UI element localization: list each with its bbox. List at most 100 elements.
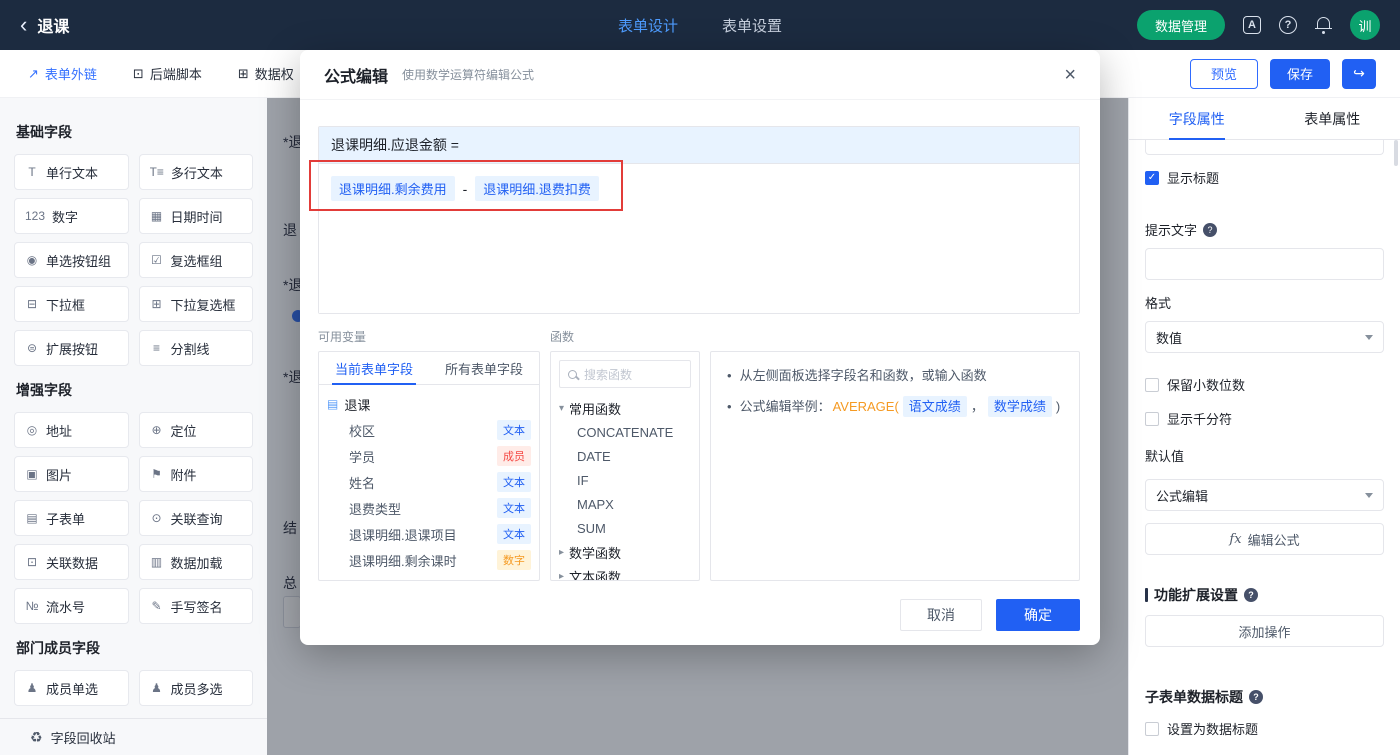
cropped-input[interactable] xyxy=(1145,140,1384,155)
field-type-serial-number[interactable]: № 流水号 xyxy=(14,588,129,624)
field-type-image[interactable]: ▣ 图片 xyxy=(14,456,129,492)
variable-field-row[interactable]: 退费类型 文本 xyxy=(327,495,531,521)
field-name: 学员 xyxy=(349,449,376,465)
field-type-tag: 文本 xyxy=(497,498,531,518)
field-type-data-load[interactable]: ▥ 数据加载 xyxy=(138,544,253,580)
save-button[interactable]: 保存 xyxy=(1270,58,1330,89)
multi-select-icon: ⊞ xyxy=(151,297,162,311)
tab-form-settings[interactable]: 表单设置 xyxy=(722,15,782,36)
language-icon[interactable]: A xyxy=(1243,16,1261,34)
toolbar-actions: 预览 保存 ↪ xyxy=(1190,58,1400,89)
hint-text-input[interactable] xyxy=(1145,248,1384,280)
field-type-linked-data[interactable]: ⊡ 关联数据 xyxy=(14,544,129,580)
field-token[interactable]: 退课明细.退费扣费 xyxy=(475,176,599,201)
toolbar-link-form-external-link[interactable]: ↗ 表单外链 xyxy=(28,64,97,83)
field-type-label: 下拉复选框 xyxy=(170,297,236,313)
field-grid: ♟ 成员单选 ♟ 成员多选 xyxy=(14,670,253,706)
dialog-header: 公式编辑 使用数学运算符编辑公式 × xyxy=(300,50,1100,100)
field-type-checkbox-group[interactable]: ☑ 复选框组 xyxy=(138,242,253,278)
field-type-address[interactable]: ◎ 地址 xyxy=(14,412,129,448)
field-token: 语文成绩 xyxy=(902,395,967,417)
default-value-label: 默认值 xyxy=(1145,449,1185,464)
share-button[interactable]: ↪ xyxy=(1342,58,1376,89)
dialog-subtitle: 使用数学运算符编辑公式 xyxy=(402,68,535,82)
variable-field-row[interactable]: 姓名 文本 xyxy=(327,469,531,495)
cancel-button[interactable]: 取消 xyxy=(900,599,982,631)
variable-field-row[interactable]: 退课明细.退课项目 文本 xyxy=(327,521,531,547)
function-group[interactable]: ▸ 文本函数 xyxy=(551,564,699,581)
function-item[interactable]: MAPX xyxy=(551,492,699,516)
function-group[interactable]: ▸ 数学函数 xyxy=(551,540,699,564)
field-recycle-bin[interactable]: ♻ 字段回收站 xyxy=(0,718,267,755)
member-single-icon: ♟ xyxy=(26,681,38,695)
avatar[interactable]: 训 xyxy=(1350,10,1380,40)
sidebar-section-title: 部门成员字段 xyxy=(16,640,100,656)
field-grid: T 单行文本 T≡ 多行文本 123 数字 ▦ 日期时间 ◉ 单选按钮组 ☑ 复选框组 ⊟ 下拉框 ⊞ 下拉复… xyxy=(14,154,253,366)
show-title-checkbox[interactable]: ✓ 显示标题 xyxy=(1145,168,1384,187)
variable-field-row[interactable]: 校区 文本 xyxy=(327,417,531,443)
field-type-tag: 文本 xyxy=(497,472,531,492)
field-type-signature[interactable]: ✎ 手写签名 xyxy=(138,588,253,624)
add-action-button[interactable]: 添加操作 xyxy=(1145,615,1384,647)
formula-editor-area[interactable]: 退课明细.剩余费用 - 退课明细.退费扣费 xyxy=(319,163,1079,313)
help-icon[interactable]: ? xyxy=(1279,16,1297,34)
function-item[interactable]: DATE xyxy=(551,444,699,468)
set-data-title-checkbox[interactable]: ✓ 设置为数据标题 xyxy=(1145,719,1384,738)
function-group[interactable]: ▾ 常用函数 xyxy=(551,396,699,420)
toolbar-link-data-permission[interactable]: ⊞ 数据权 xyxy=(238,64,294,83)
field-type-number[interactable]: 123 数字 xyxy=(14,198,129,234)
field-token[interactable]: 退课明细.剩余费用 xyxy=(331,176,455,201)
keep-decimal-checkbox[interactable]: ✓ 保留小数位数 xyxy=(1145,375,1384,394)
divider-icon: ≡ xyxy=(152,341,160,355)
function-item[interactable]: IF xyxy=(551,468,699,492)
field-type-divider[interactable]: ≡ 分割线 xyxy=(138,330,253,366)
close-icon[interactable]: × xyxy=(1064,65,1076,85)
toolbar-link-backend-script[interactable]: ⊡ 后端脚本 xyxy=(133,64,202,83)
help-icon[interactable]: ? xyxy=(1203,222,1218,237)
edit-formula-button[interactable]: fx 编辑公式 xyxy=(1145,523,1384,555)
tab-all-form-fields[interactable]: 所有表单字段 xyxy=(429,352,539,384)
topbar-actions: 数据管理 A ? 训 xyxy=(1136,10,1380,40)
help-icon[interactable]: ? xyxy=(1244,588,1258,602)
function-search-input[interactable]: 搜索函数 xyxy=(559,360,691,388)
field-type-extend-button[interactable]: ⊜ 扩展按钮 xyxy=(14,330,129,366)
preview-button[interactable]: 预览 xyxy=(1190,58,1258,89)
data-manage-button[interactable]: 数据管理 xyxy=(1136,10,1225,40)
field-type-multi-select[interactable]: ⊞ 下拉复选框 xyxy=(138,286,253,322)
function-name: AVERAGE( xyxy=(832,398,899,414)
linked-data-icon: ⊡ xyxy=(26,555,38,569)
tab-form-design[interactable]: 表单设计 xyxy=(618,15,678,36)
function-item[interactable]: CONCATENATE xyxy=(551,420,699,444)
field-type-location[interactable]: ⊕ 定位 xyxy=(138,412,253,448)
tab-field-properties[interactable]: 字段属性 xyxy=(1129,98,1265,139)
field-type-member-single[interactable]: ♟ 成员单选 xyxy=(14,670,129,706)
back-button[interactable]: ‹ xyxy=(20,14,27,36)
field-type-select[interactable]: ⊟ 下拉框 xyxy=(14,286,129,322)
format-select[interactable]: 数值 xyxy=(1145,321,1384,353)
variable-field-row[interactable]: 学员 成员 xyxy=(327,443,531,469)
field-type-member-multi[interactable]: ♟ 成员多选 xyxy=(138,670,253,706)
select-icon: ⊟ xyxy=(26,297,38,311)
field-type-subform[interactable]: ▤ 子表单 xyxy=(14,500,129,536)
help-icon[interactable]: ? xyxy=(1249,690,1263,704)
tab-current-form-fields[interactable]: 当前表单字段 xyxy=(319,352,429,384)
field-type-multi-line-text[interactable]: T≡ 多行文本 xyxy=(138,154,253,190)
notification-bell-icon[interactable] xyxy=(1315,16,1332,34)
address-icon: ◎ xyxy=(26,423,38,437)
checkbox-checked-icon: ✓ xyxy=(1145,170,1159,185)
scrollbar-thumb[interactable] xyxy=(1394,140,1398,166)
default-value-select[interactable]: 公式编辑 xyxy=(1145,479,1384,511)
variable-field-row[interactable]: 退课明细.剩余课时 数字 xyxy=(327,547,531,573)
field-type-datetime[interactable]: ▦ 日期时间 xyxy=(138,198,253,234)
extend-button-icon: ⊜ xyxy=(26,341,38,355)
field-type-radio-group[interactable]: ◉ 单选按钮组 xyxy=(14,242,129,278)
field-type-linked-query[interactable]: ⊙ 关联查询 xyxy=(138,500,253,536)
tree-root-form[interactable]: ▤ 退课 xyxy=(327,391,531,417)
confirm-button[interactable]: 确定 xyxy=(996,599,1080,631)
function-item[interactable]: SUM xyxy=(551,516,699,540)
field-name: 退课明细.退课项目 xyxy=(349,527,457,543)
tab-form-properties[interactable]: 表单属性 xyxy=(1265,98,1400,139)
thousand-separator-checkbox[interactable]: ✓ 显示千分符 xyxy=(1145,409,1384,428)
field-type-attachment[interactable]: ⚑ 附件 xyxy=(138,456,253,492)
field-type-single-line-text[interactable]: T 单行文本 xyxy=(14,154,129,190)
